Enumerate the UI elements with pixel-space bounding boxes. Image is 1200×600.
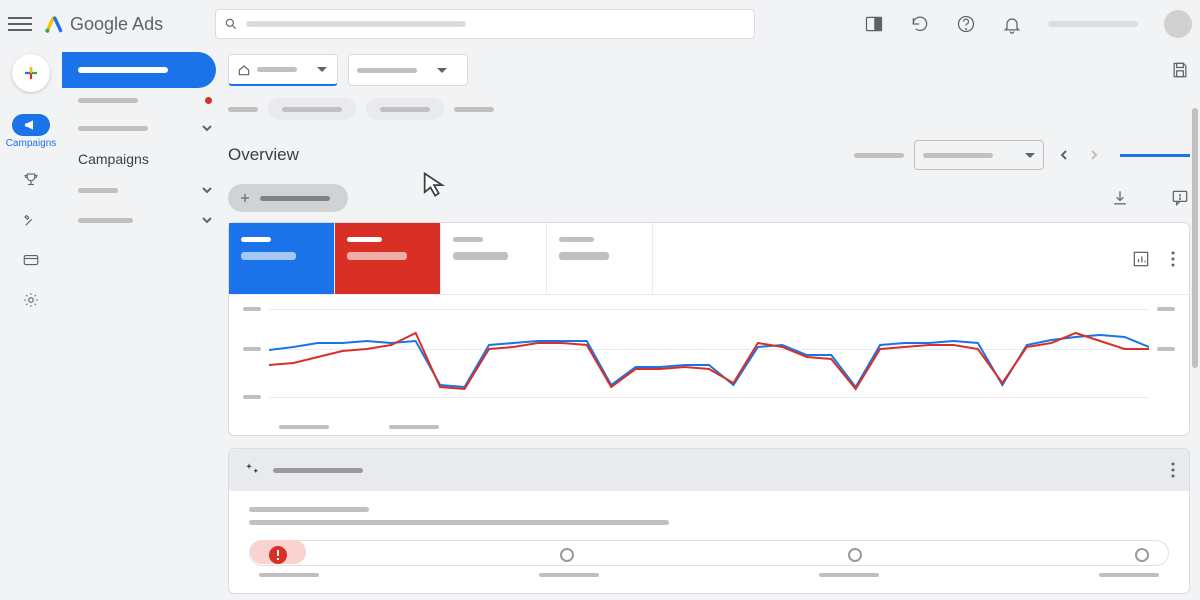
chevron-down-icon (202, 215, 212, 225)
rec-title (273, 468, 363, 473)
left-rail: Campaigns (0, 48, 62, 600)
chip-2[interactable] (366, 98, 444, 120)
step-label-3 (819, 573, 879, 577)
rail-goals[interactable] (22, 171, 40, 189)
chip-1[interactable] (268, 98, 356, 120)
expand-chart-icon[interactable] (1131, 249, 1151, 269)
plus-icon (238, 191, 252, 205)
step-label-4 (1099, 573, 1159, 577)
notifications-icon[interactable] (1002, 14, 1022, 34)
appearance-icon[interactable] (864, 14, 884, 34)
rail-billing[interactable] (22, 251, 40, 269)
rail-campaigns[interactable]: Campaigns (6, 114, 57, 149)
rec-heading (249, 507, 369, 512)
nav-overview-active[interactable] (62, 52, 216, 88)
megaphone-icon (23, 117, 39, 133)
cursor-icon (420, 170, 448, 198)
home-icon (237, 63, 251, 77)
more-menu-icon[interactable] (1171, 462, 1175, 478)
chevron-right-icon (1089, 150, 1099, 160)
chevron-down-icon (202, 123, 212, 133)
refresh-icon[interactable] (910, 14, 930, 34)
caret-down-icon (317, 67, 327, 72)
step-2[interactable] (560, 548, 574, 562)
scrollbar[interactable] (1192, 108, 1198, 368)
download-icon[interactable] (1110, 188, 1130, 208)
recommendations-card (228, 448, 1190, 594)
menu-icon[interactable] (8, 12, 32, 36)
search-input[interactable] (215, 9, 755, 39)
help-icon[interactable] (956, 14, 976, 34)
accent-underline (1120, 154, 1190, 157)
date-prev-button[interactable] (1054, 145, 1074, 165)
x-tick (279, 425, 329, 429)
progress-stepper (249, 539, 1169, 567)
chart-area (229, 295, 1189, 435)
rail-campaigns-label: Campaigns (6, 138, 57, 149)
save-icon[interactable] (1170, 60, 1190, 80)
line-chart (269, 305, 1149, 405)
rail-tools[interactable] (22, 211, 40, 229)
feedback-icon[interactable] (1170, 188, 1190, 208)
content: Overview (222, 48, 1200, 600)
trophy-icon (22, 171, 40, 189)
step-4[interactable] (1135, 548, 1149, 562)
step-label-1 (259, 573, 319, 577)
gear-icon (22, 291, 40, 309)
step-label-2 (539, 573, 599, 577)
exclamation-icon (276, 550, 280, 560)
nav-item-4[interactable] (62, 205, 222, 235)
chevron-left-icon (1059, 150, 1069, 160)
avatar[interactable] (1164, 10, 1192, 38)
chips-more[interactable] (454, 107, 494, 112)
metric-tab-2[interactable] (335, 223, 441, 294)
rec-text (249, 520, 669, 525)
search-placeholder (246, 21, 466, 27)
search-icon (224, 17, 238, 31)
rail-admin[interactable] (22, 291, 40, 309)
x-tick (389, 425, 439, 429)
create-button[interactable] (12, 54, 50, 92)
caret-down-icon (437, 68, 447, 73)
plus-icon (22, 64, 40, 82)
page-title: Overview (228, 145, 299, 165)
tools-icon (22, 211, 40, 229)
metric-tab-4[interactable] (547, 223, 653, 294)
date-label (854, 153, 904, 158)
metric-tab-3[interactable] (441, 223, 547, 294)
performance-chart-card (228, 222, 1190, 436)
google-ads-logo-icon (44, 14, 64, 34)
scope-selector[interactable] (228, 54, 338, 86)
sparkle-icon (243, 461, 261, 479)
step-3[interactable] (848, 548, 862, 562)
metric-tab-1[interactable] (229, 223, 335, 294)
nav-item-3[interactable] (62, 175, 222, 205)
brand-text: Google Ads (70, 14, 163, 35)
account-label (1048, 21, 1138, 27)
card-icon (22, 251, 40, 269)
add-filter-button[interactable] (228, 184, 348, 212)
nav-item-2[interactable] (62, 113, 222, 143)
top-bar: Google Ads (0, 0, 1200, 48)
chips-label (228, 107, 258, 112)
more-menu-icon[interactable] (1171, 251, 1175, 267)
alert-dot (205, 97, 212, 104)
date-range-selector[interactable] (914, 140, 1044, 170)
brand-logo[interactable]: Google Ads (44, 14, 163, 35)
nav-panel: Campaigns (62, 48, 222, 600)
caret-down-icon (1025, 153, 1035, 158)
date-next-button[interactable] (1084, 145, 1104, 165)
filter-selector[interactable] (348, 54, 468, 86)
nav-section-campaigns: Campaigns (62, 143, 222, 175)
chevron-down-icon (202, 185, 212, 195)
step-1-alert[interactable] (269, 546, 287, 564)
nav-item-1[interactable] (62, 88, 222, 113)
